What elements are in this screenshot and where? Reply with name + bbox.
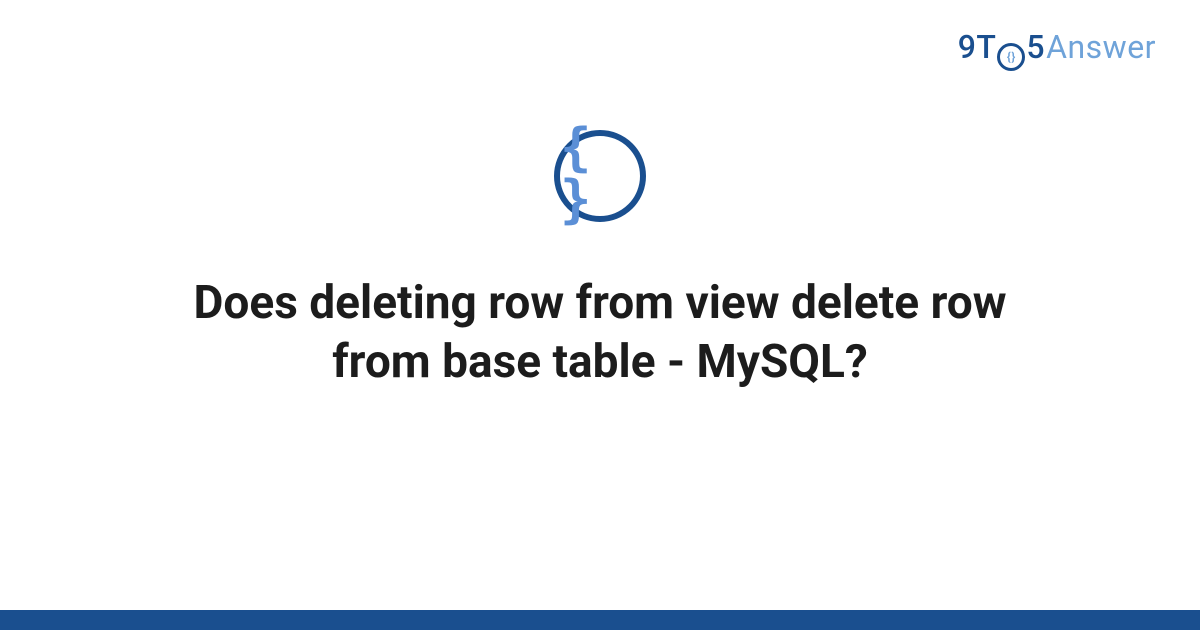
question-title: Does deleting row from view delete row f… bbox=[150, 274, 1050, 392]
logo-text-5: 5 bbox=[1026, 28, 1045, 66]
logo-text-9t: 9T bbox=[958, 28, 997, 66]
topic-icon-ring: { } bbox=[554, 130, 646, 222]
code-braces-icon: { } bbox=[560, 122, 640, 226]
footer-bar bbox=[0, 610, 1200, 630]
logo-text-answer: Answer bbox=[1046, 28, 1156, 66]
site-logo: 9T {} 5 Answer bbox=[958, 28, 1156, 68]
main-content: { } Does deleting row from view delete r… bbox=[0, 130, 1200, 392]
logo-circle-inner: {} bbox=[1007, 50, 1016, 64]
logo-circle-icon: {} bbox=[997, 43, 1025, 71]
